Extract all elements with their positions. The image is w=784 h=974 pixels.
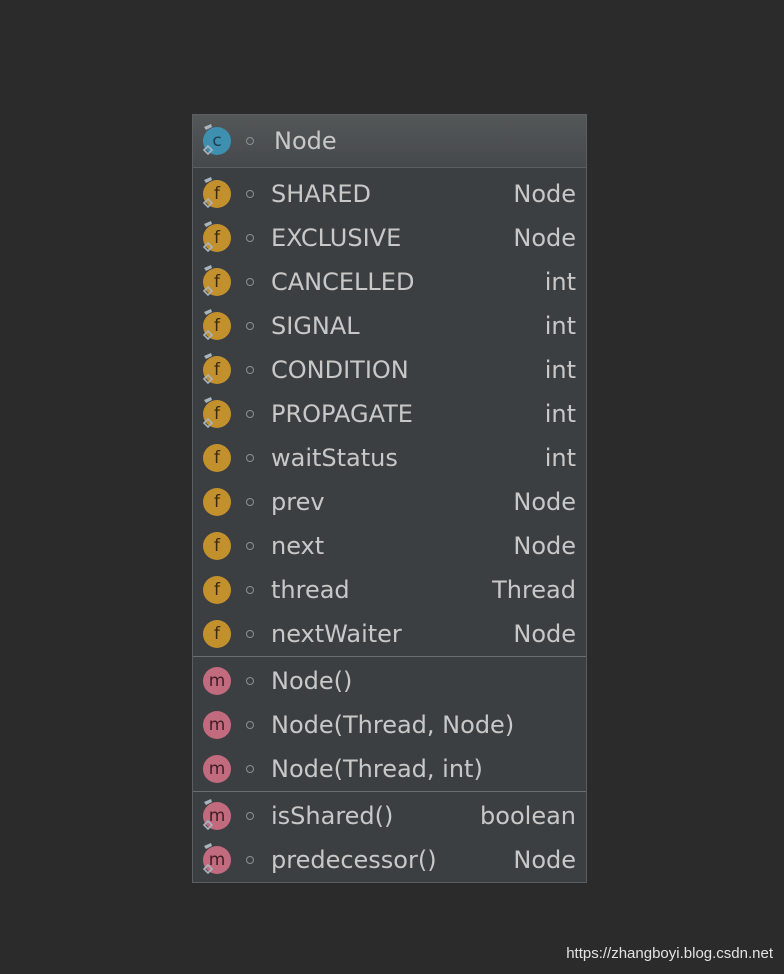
field-icon: f <box>202 177 231 209</box>
field-row[interactable]: f prev Node <box>193 480 586 524</box>
member-name: isShared() <box>271 802 394 830</box>
package-private-icon <box>246 322 254 330</box>
field-icon: f <box>202 265 231 297</box>
field-icon: f <box>203 488 231 516</box>
method-row[interactable]: m isShared() boolean <box>193 794 586 838</box>
class-icon: c <box>202 124 231 156</box>
methods-section: m isShared() boolean m predecessor() Node <box>193 792 586 882</box>
package-private-icon <box>246 366 254 374</box>
constructor-row[interactable]: m Node(Thread, Node) <box>193 703 586 747</box>
member-name: thread <box>271 576 350 604</box>
member-name: SIGNAL <box>271 312 360 340</box>
package-private-icon <box>246 630 254 638</box>
package-private-icon <box>246 410 254 418</box>
method-icon: m <box>203 711 231 739</box>
field-icon: f <box>202 353 231 385</box>
member-type: Thread <box>492 576 576 604</box>
field-row[interactable]: f next Node <box>193 524 586 568</box>
member-name: Node(Thread, int) <box>271 755 483 783</box>
member-type: int <box>544 444 576 472</box>
field-icon: f <box>203 576 231 604</box>
member-name: PROPAGATE <box>271 400 413 428</box>
field-row[interactable]: f waitStatus int <box>193 436 586 480</box>
field-row[interactable]: f thread Thread <box>193 568 586 612</box>
method-icon: m <box>202 799 231 831</box>
member-name: predecessor() <box>271 846 437 874</box>
method-icon: m <box>202 843 231 875</box>
method-icon: m <box>203 755 231 783</box>
field-icon: f <box>202 397 231 429</box>
constructor-row[interactable]: m Node(Thread, int) <box>193 747 586 791</box>
member-name: Node(Thread, Node) <box>271 711 515 739</box>
member-name: SHARED <box>271 180 372 208</box>
member-name: nextWaiter <box>271 620 402 648</box>
member-name: Node() <box>271 667 353 695</box>
field-row[interactable]: f nextWaiter Node <box>193 612 586 656</box>
field-row[interactable]: f PROPAGATE int <box>193 392 586 436</box>
constructors-section: m Node() m Node(Thread, Node) m Node(Thread, … <box>193 657 586 792</box>
field-icon: f <box>203 444 231 472</box>
package-private-icon <box>246 765 254 773</box>
member-type: Node <box>513 846 576 874</box>
member-type: Node <box>513 620 576 648</box>
fields-section: f SHARED Node f EXCLUSIVE Node f CANCELLED int f S… <box>193 168 586 657</box>
package-private-icon <box>246 856 254 864</box>
class-name: Node <box>274 127 337 155</box>
member-type: Node <box>513 488 576 516</box>
package-private-icon <box>246 190 254 198</box>
member-type: int <box>544 400 576 428</box>
class-header[interactable]: c Node <box>193 115 586 168</box>
watermark: https://zhangboyi.blog.csdn.net <box>566 945 773 962</box>
constructor-row[interactable]: m Node() <box>193 659 586 703</box>
package-private-icon <box>246 137 254 145</box>
member-type: int <box>544 268 576 296</box>
package-private-icon <box>246 234 254 242</box>
package-private-icon <box>246 812 254 820</box>
package-private-icon <box>246 498 254 506</box>
method-row[interactable]: m predecessor() Node <box>193 838 586 882</box>
package-private-icon <box>246 721 254 729</box>
member-name: CANCELLED <box>271 268 415 296</box>
uml-class-diagram: c Node f SHARED Node f EXCLUSIVE Node f CANCELL… <box>192 114 587 883</box>
member-type: Node <box>513 532 576 560</box>
field-icon: f <box>202 309 231 341</box>
member-name: waitStatus <box>271 444 398 472</box>
package-private-icon <box>246 454 254 462</box>
field-row[interactable]: f EXCLUSIVE Node <box>193 216 586 260</box>
member-type: int <box>544 356 576 384</box>
member-type: Node <box>513 180 576 208</box>
field-row[interactable]: f CANCELLED int <box>193 260 586 304</box>
method-icon: m <box>203 667 231 695</box>
member-name: next <box>271 532 325 560</box>
member-name: prev <box>271 488 325 516</box>
field-row[interactable]: f SIGNAL int <box>193 304 586 348</box>
field-icon: f <box>202 221 231 253</box>
field-row[interactable]: f SHARED Node <box>193 172 586 216</box>
field-icon: f <box>203 532 231 560</box>
member-name: EXCLUSIVE <box>271 224 402 252</box>
package-private-icon <box>246 586 254 594</box>
field-icon: f <box>203 620 231 648</box>
package-private-icon <box>246 542 254 550</box>
member-type: int <box>544 312 576 340</box>
field-row[interactable]: f CONDITION int <box>193 348 586 392</box>
member-type: Node <box>513 224 576 252</box>
member-name: CONDITION <box>271 356 409 384</box>
package-private-icon <box>246 677 254 685</box>
package-private-icon <box>246 278 254 286</box>
member-type: boolean <box>480 802 576 830</box>
